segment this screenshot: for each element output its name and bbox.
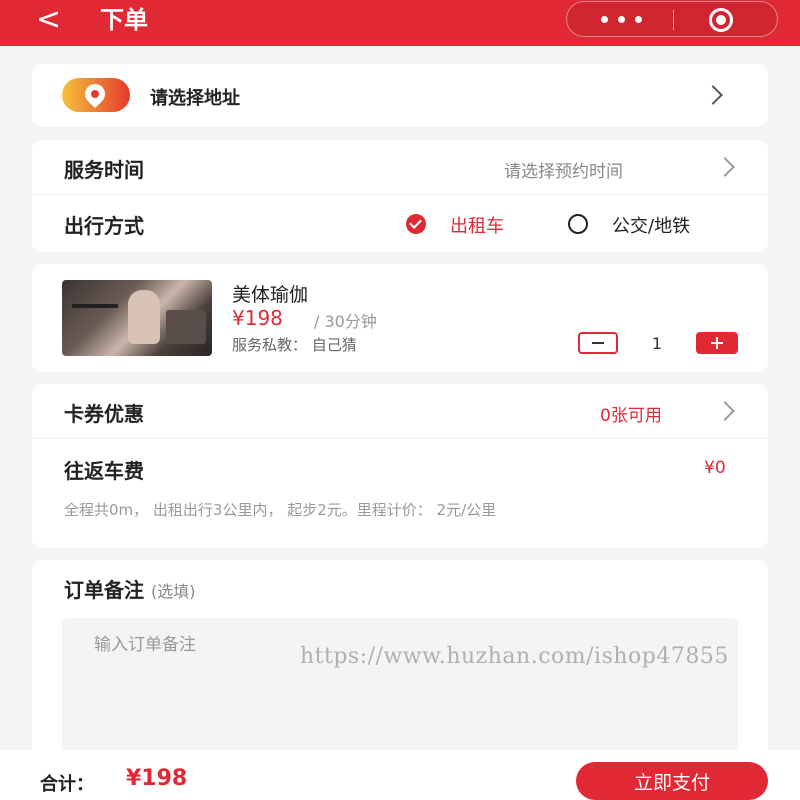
- remark-hint: (选填): [150, 582, 196, 601]
- radio-unchecked-icon[interactable]: [568, 214, 588, 234]
- total-value: ¥198: [126, 766, 188, 791]
- divider: [32, 438, 768, 439]
- remark-input[interactable]: [62, 618, 738, 758]
- coupon-value: 0张可用: [600, 406, 662, 426]
- capsule-divider: [673, 10, 674, 30]
- mini-program-capsule: [566, 1, 778, 37]
- target-icon[interactable]: [709, 8, 733, 32]
- chevron-right-icon: [703, 85, 723, 105]
- travel-option-label: 出租车: [450, 216, 504, 237]
- address-card[interactable]: 请选择地址: [32, 64, 768, 126]
- divider: [32, 194, 768, 195]
- travel-option-label: 公交/地铁: [612, 216, 691, 237]
- service-time-value: 请选择预约时间: [504, 162, 623, 182]
- increase-quantity-button[interactable]: [696, 332, 738, 354]
- radio-checked-icon[interactable]: [406, 214, 426, 234]
- product-price: ¥198: [232, 306, 283, 330]
- more-dots-icon[interactable]: [601, 16, 643, 24]
- quantity-value: 1: [651, 334, 663, 353]
- total-label: 合计：: [40, 774, 94, 795]
- pay-now-button[interactable]: 立即支付: [576, 762, 768, 800]
- back-icon[interactable]: <: [36, 4, 61, 36]
- coupon-label: 卡券优惠: [64, 402, 144, 426]
- product-card: 美体瑜伽 ¥198 / 30分钟 服务私教： 自己猜 1: [32, 264, 768, 372]
- decrease-quantity-button[interactable]: [578, 332, 618, 354]
- product-image: [62, 280, 212, 356]
- remark-title: 订单备注 (选填): [64, 574, 195, 603]
- service-time-label: 服务时间: [64, 158, 144, 182]
- travel-mode-label: 出行方式: [64, 214, 144, 238]
- fare-note: 全程共0m， 出租出行3公里内， 起步2元。里程计价： 2元/公里: [64, 501, 497, 519]
- page-title: 下单: [100, 6, 148, 34]
- watermark-text: https://www.huzhan.com/ishop47855: [300, 644, 729, 669]
- chevron-right-icon: [715, 401, 735, 421]
- product-unit: / 30分钟: [314, 312, 377, 331]
- product-name: 美体瑜伽: [232, 284, 309, 306]
- remark-title-text: 订单备注: [64, 578, 144, 602]
- checkout-bar: 合计： ¥198 立即支付: [0, 750, 800, 800]
- location-pin-icon: [62, 78, 130, 112]
- product-trainer: 服务私教： 自己猜: [232, 336, 357, 354]
- fare-label: 往返车费: [64, 459, 144, 483]
- service-card: 服务时间 请选择预约时间 出行方式 出租车 公交/地铁: [32, 140, 768, 252]
- pricing-card: 卡券优惠 0张可用 往返车费 ¥0 全程共0m， 出租出行3公里内， 起步2元。…: [32, 384, 768, 548]
- nav-bar: < 下单: [0, 0, 800, 46]
- fare-value: ¥0: [704, 458, 726, 478]
- chevron-right-icon: [715, 157, 735, 177]
- address-label: 请选择地址: [150, 88, 240, 109]
